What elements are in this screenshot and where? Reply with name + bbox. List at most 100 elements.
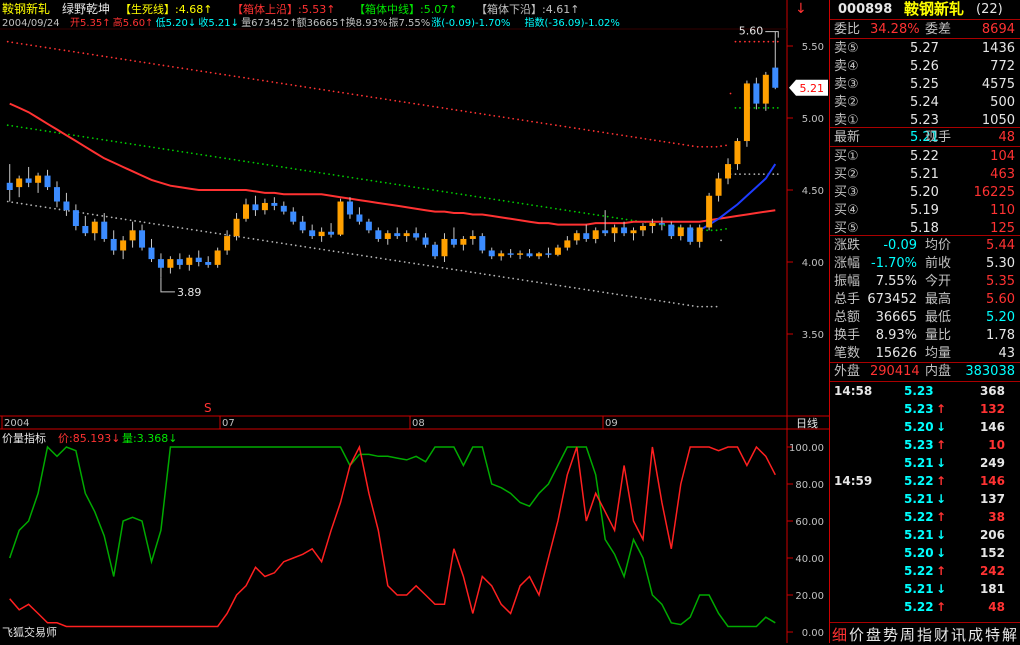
bottom-tab[interactable]: 讯 <box>951 624 966 645</box>
candlestick[interactable] <box>205 256 212 268</box>
candlestick[interactable] <box>280 201 287 215</box>
bottom-tab[interactable]: 解 <box>1002 624 1017 645</box>
candlestick[interactable] <box>63 192 70 216</box>
ask-row[interactable]: 卖③ 5.25 4575 <box>830 75 1020 94</box>
candlestick[interactable] <box>762 71 769 111</box>
candlestick[interactable] <box>139 224 146 251</box>
candlestick[interactable] <box>734 138 741 170</box>
candlestick[interactable] <box>290 207 297 225</box>
candlestick[interactable] <box>592 227 599 244</box>
candlestick[interactable] <box>507 249 514 258</box>
high-marker <box>765 31 779 38</box>
bid-row[interactable]: 买③ 5.20 16225 <box>830 183 1020 202</box>
candlestick[interactable] <box>25 166 32 188</box>
candlestick[interactable] <box>365 218 372 234</box>
candlestick[interactable] <box>167 256 174 274</box>
candlestick[interactable] <box>394 227 401 239</box>
ask-row[interactable]: 卖⑤ 5.27 1436 <box>830 39 1020 58</box>
candlestick[interactable] <box>630 227 637 241</box>
bottom-tab[interactable]: 指 <box>917 624 932 645</box>
candlestick[interactable] <box>743 80 750 147</box>
candlestick[interactable] <box>252 195 259 216</box>
candlestick[interactable] <box>148 238 155 262</box>
candlestick[interactable] <box>573 230 580 245</box>
candlestick[interactable] <box>82 215 89 237</box>
candlestick[interactable] <box>328 223 335 238</box>
candlestick[interactable] <box>53 181 60 208</box>
candlestick[interactable] <box>271 197 278 211</box>
candlestick[interactable] <box>498 250 505 261</box>
candlestick[interactable] <box>545 247 552 258</box>
candlestick[interactable] <box>6 164 13 202</box>
candlestick[interactable] <box>44 169 51 190</box>
candlestick[interactable] <box>554 244 561 257</box>
candlestick[interactable] <box>243 198 250 222</box>
bottom-tab[interactable]: 周 <box>900 624 915 645</box>
bottom-tab[interactable]: 财 <box>934 624 949 645</box>
bottom-tab[interactable]: 价 <box>849 624 864 645</box>
candlestick[interactable] <box>403 230 410 242</box>
candlestick[interactable] <box>309 224 316 239</box>
indicator-tick-label: 40.00 <box>795 554 824 565</box>
candlestick[interactable] <box>753 77 760 110</box>
candlestick[interactable] <box>772 31 779 90</box>
candlestick[interactable] <box>564 236 571 251</box>
candlestick[interactable] <box>129 221 136 248</box>
ask-row[interactable]: 卖② 5.24 500 <box>830 93 1020 112</box>
bid-row[interactable]: 买④ 5.19 110 <box>830 201 1020 220</box>
candlestick[interactable] <box>16 175 23 198</box>
candlestick[interactable] <box>176 253 183 270</box>
bid-row[interactable]: 买② 5.21 463 <box>830 165 1020 184</box>
candlestick[interactable] <box>479 233 486 254</box>
candlestick[interactable] <box>35 172 42 193</box>
candlestick[interactable] <box>696 224 703 248</box>
candlestick[interactable] <box>110 230 117 255</box>
candlestick[interactable] <box>469 230 476 245</box>
candlestick[interactable] <box>611 224 618 242</box>
candlestick[interactable] <box>535 251 542 260</box>
box-line-dot <box>356 253 359 256</box>
candlestick[interactable] <box>157 253 164 278</box>
candlestick[interactable] <box>460 236 467 251</box>
candlestick[interactable] <box>346 197 353 219</box>
bottom-tab[interactable]: 成 <box>968 624 983 645</box>
bottom-tab[interactable]: 盘 <box>866 624 881 645</box>
candlestick[interactable] <box>639 223 646 237</box>
candlestick[interactable] <box>120 236 127 260</box>
candlestick[interactable] <box>413 227 420 241</box>
candlestick[interactable] <box>356 207 363 225</box>
candlestick[interactable] <box>214 247 221 268</box>
candlestick[interactable] <box>91 218 98 241</box>
bottom-tab[interactable]: 特 <box>985 624 1000 645</box>
candlestick[interactable] <box>725 158 732 185</box>
candlestick[interactable] <box>195 250 202 267</box>
candlestick[interactable] <box>299 215 306 234</box>
candlestick[interactable] <box>450 227 457 248</box>
candlestick[interactable] <box>432 241 439 260</box>
candlestick[interactable] <box>186 254 193 271</box>
candlestick[interactable] <box>706 192 713 231</box>
candlestick[interactable] <box>261 198 268 215</box>
candlestick[interactable] <box>384 230 391 245</box>
candlestick[interactable] <box>441 233 448 262</box>
candlestick[interactable] <box>526 249 533 258</box>
box-line-dot <box>176 150 179 153</box>
candlestick[interactable] <box>668 221 675 239</box>
candlestick[interactable] <box>422 233 429 248</box>
candlestick[interactable] <box>583 224 590 242</box>
bottom-tab[interactable]: 细 <box>832 624 847 645</box>
candlestick[interactable] <box>318 227 325 242</box>
ask-row[interactable]: 卖④ 5.26 772 <box>830 57 1020 76</box>
candlestick[interactable] <box>375 227 382 242</box>
candlestick[interactable] <box>715 172 722 202</box>
candlestick[interactable] <box>517 250 524 260</box>
candlestick[interactable] <box>488 247 495 260</box>
bottom-tab[interactable]: 势 <box>883 624 898 645</box>
candlestick[interactable] <box>658 217 665 231</box>
box-line-dot <box>309 170 312 173</box>
candlestick[interactable] <box>687 224 694 245</box>
candlestick[interactable] <box>337 198 344 237</box>
bid-row[interactable]: 买① 5.22 104 <box>830 147 1020 166</box>
candlestick[interactable] <box>72 204 79 231</box>
kline-chart[interactable]: 鞍钢新轧 绿野乾坤 【生死线】:4.68↑ 【箱体上沿】:5.53↑ 【箱体中线】:5.… <box>0 0 829 643</box>
